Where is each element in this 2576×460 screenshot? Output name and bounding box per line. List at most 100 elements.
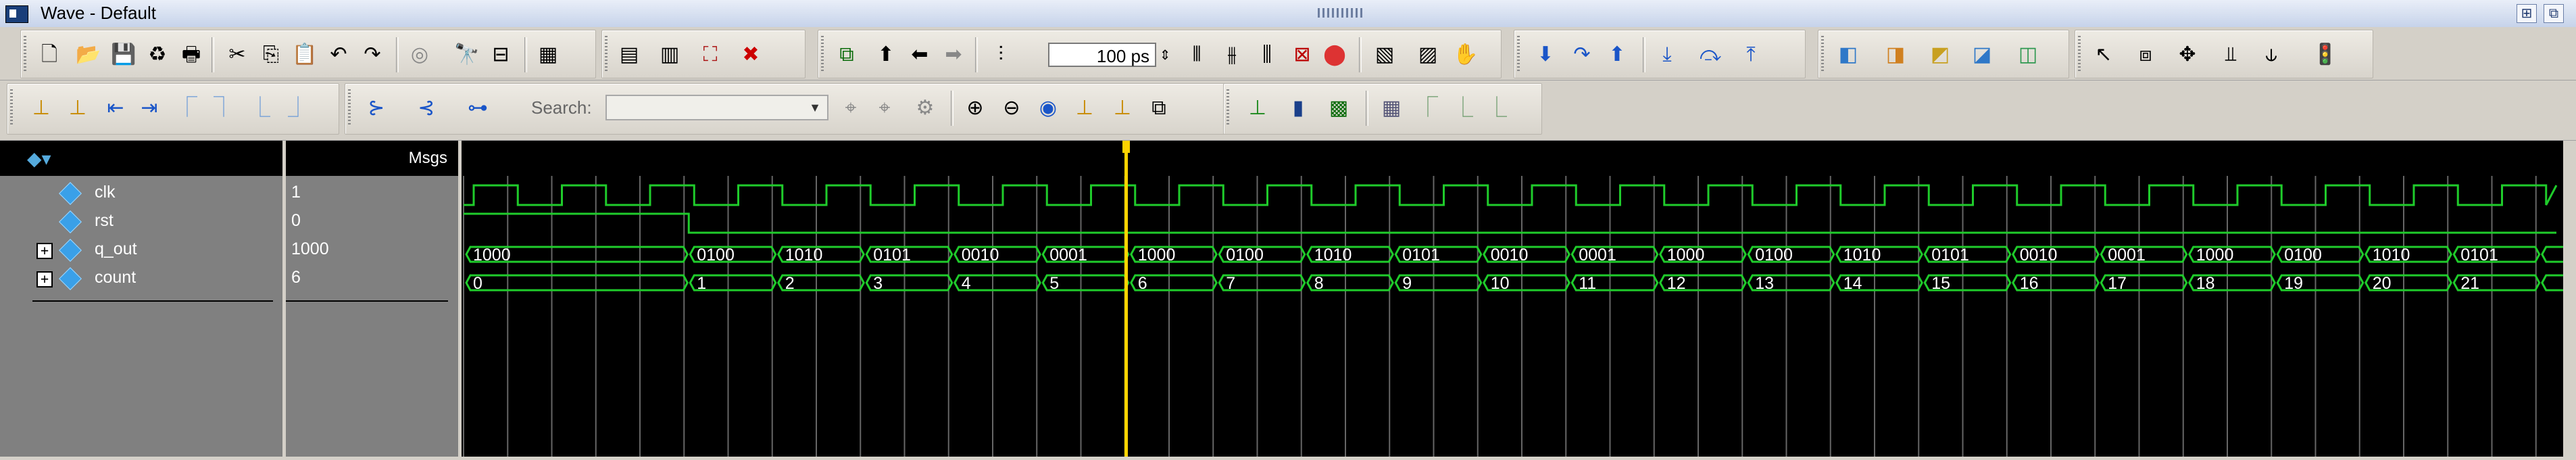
- run-icon[interactable]: ⫴: [1183, 41, 1210, 68]
- layout-4-icon[interactable]: ◪: [1968, 41, 1996, 68]
- cut-icon[interactable]: ✂: [224, 41, 251, 68]
- cursor-line[interactable]: [1124, 147, 1128, 457]
- zoom-out-icon[interactable]: ⊖: [998, 95, 1025, 122]
- up-arrow-icon[interactable]: ⬆: [872, 41, 899, 68]
- run-all-icon[interactable]: ⫼: [1254, 41, 1281, 68]
- right-arrow-icon[interactable]: ➡: [940, 41, 967, 68]
- left-arrow-icon[interactable]: ⬅: [906, 41, 933, 68]
- compile-all-icon[interactable]: ▤: [616, 41, 643, 68]
- run-length-icon[interactable]: ⫶: [987, 41, 1014, 68]
- find-next-icon[interactable]: ⊟: [487, 41, 514, 68]
- q_out-value: 0100: [2284, 246, 2322, 264]
- step-back-icon[interactable]: ⤼: [1697, 41, 1724, 68]
- signal-row-q_out[interactable]: + q_out: [0, 237, 282, 265]
- insert-cursor-icon[interactable]: ⊥: [28, 95, 55, 122]
- format-extra-icon[interactable]: ⎿: [1483, 95, 1510, 122]
- dock-icon[interactable]: ⊞: [2517, 4, 2537, 23]
- add-wave-icon[interactable]: ⧉: [833, 41, 860, 68]
- drag-grip[interactable]: [1318, 8, 1365, 18]
- run-length-input[interactable]: 100 ps: [1048, 43, 1156, 67]
- waveform-plot[interactable]: 1000 0100 1010 0101 0010 0001 1000 0100 1010 0101…: [462, 141, 2576, 457]
- layout-5-icon[interactable]: ◫: [2014, 41, 2041, 68]
- traffic-light-icon[interactable]: 🚦: [2312, 41, 2339, 68]
- search-input[interactable]: [605, 95, 828, 120]
- format-event-icon[interactable]: ▩: [1325, 95, 1352, 122]
- simulate-icon[interactable]: ▥: [656, 41, 683, 68]
- stop-sim-icon[interactable]: ✖: [737, 41, 764, 68]
- signal-row-clk[interactable]: clk: [0, 180, 282, 208]
- print-icon[interactable]: 🖶: [178, 41, 205, 68]
- select-pointer-icon[interactable]: ↖: [2090, 41, 2117, 68]
- format-step-icon[interactable]: ⎾: [1414, 95, 1441, 122]
- layout-2-icon[interactable]: ◨: [1882, 41, 1909, 68]
- spinner-icon[interactable]: ⇕: [1156, 41, 1174, 68]
- format-logic-icon[interactable]: ▮: [1285, 95, 1312, 122]
- delete-cursor-icon[interactable]: ⊥: [64, 95, 91, 122]
- next-edge-icon[interactable]: ⇥: [136, 95, 163, 122]
- search-options-icon[interactable]: ⚙: [912, 95, 939, 122]
- zoom-last-icon[interactable]: ⊥: [1109, 95, 1136, 122]
- zoom-region-icon[interactable]: ▨: [1414, 41, 1441, 68]
- zoom-region-icon[interactable]: ⧉: [1145, 95, 1172, 122]
- copy-icon[interactable]: ⎘: [257, 41, 284, 68]
- step-over-icon[interactable]: ↷: [1568, 41, 1595, 68]
- find-icon[interactable]: 🔭: [453, 41, 480, 68]
- toolbar-cursor-group: ⊥ ⊥ ⇤ ⇥ ⎾ ⏋ ⎿ ⏌: [7, 83, 339, 135]
- q_out-value: 0010: [962, 246, 999, 264]
- collapse-icon[interactable]: ⊰: [413, 95, 440, 122]
- break-run-icon[interactable]: ⊠: [1289, 41, 1316, 68]
- prev-rising-icon[interactable]: ⎿: [247, 95, 274, 122]
- vertical-scrollbar[interactable]: [2563, 141, 2576, 457]
- move-icon[interactable]: ✥: [2174, 41, 2201, 68]
- format-literal-icon[interactable]: ⊥: [1244, 95, 1271, 122]
- prev-falling-icon[interactable]: ⎾: [174, 95, 201, 122]
- step-out-icon[interactable]: ⬆: [1604, 41, 1631, 68]
- signal-row-rst[interactable]: rst: [0, 208, 282, 237]
- sort-icon[interactable]: ⫝: [2258, 41, 2285, 68]
- zoom-box-icon[interactable]: ⧈: [2132, 41, 2159, 68]
- prev-edge-icon[interactable]: ⇤: [102, 95, 129, 122]
- search-prev-icon[interactable]: ⌖: [837, 95, 864, 122]
- next-rising-icon[interactable]: ⏌: [284, 95, 312, 122]
- expand-icon[interactable]: +: [36, 271, 53, 288]
- count-value: 6: [1138, 274, 1147, 293]
- step-icon[interactable]: ⬇: [1532, 41, 1559, 68]
- paste-icon[interactable]: 📋: [291, 41, 318, 68]
- q_out-value: 1000: [1138, 246, 1176, 264]
- undo-icon[interactable]: ↶: [325, 41, 352, 68]
- q_out-value: 1010: [1314, 246, 1352, 264]
- expand-icon[interactable]: +: [36, 243, 53, 259]
- zoom-in-icon[interactable]: ⊕: [962, 95, 989, 122]
- save-icon[interactable]: 💾: [110, 41, 137, 68]
- reload-icon[interactable]: ♻: [144, 41, 171, 68]
- new-file-icon[interactable]: 🗋: [36, 41, 63, 68]
- search-dropdown-icon[interactable]: ▼: [805, 96, 825, 119]
- format-interp-icon[interactable]: ⎿: [1450, 95, 1477, 122]
- restart-icon[interactable]: ⬤: [1321, 41, 1348, 68]
- zoom-full-icon[interactable]: ◉: [1035, 95, 1062, 122]
- break-sim-icon[interactable]: ⛶: [697, 41, 724, 68]
- format-analog-icon[interactable]: ▦: [1378, 95, 1405, 122]
- signal-row-count[interactable]: + count: [0, 265, 282, 294]
- find-signal-icon[interactable]: ⊶: [464, 95, 491, 122]
- compile-icon[interactable]: ▦: [535, 41, 562, 68]
- undock-icon[interactable]: ⧉: [2544, 4, 2564, 23]
- step-forward-icon[interactable]: ⤒: [1737, 41, 1764, 68]
- step-into-icon[interactable]: ⤓: [1654, 41, 1681, 68]
- layout-1-icon[interactable]: ◧: [1835, 41, 1862, 68]
- edge-icon[interactable]: ⫫: [2217, 41, 2244, 68]
- q_out-value: 1000: [2196, 246, 2234, 264]
- wave-settings-icon[interactable]: ▧: [1371, 41, 1398, 68]
- signal-menu-icon[interactable]: ◆▾: [27, 147, 58, 169]
- break-icon[interactable]: ◎: [406, 41, 433, 68]
- expand-icon[interactable]: ⊱: [363, 95, 390, 122]
- count-value: 8: [1314, 274, 1324, 293]
- layout-3-icon[interactable]: ◩: [1927, 41, 1954, 68]
- zoom-cursor-icon[interactable]: ⊥: [1071, 95, 1098, 122]
- hand-icon[interactable]: ✋: [1452, 41, 1479, 68]
- search-next-icon[interactable]: ⌖: [871, 95, 898, 122]
- open-folder-icon[interactable]: 📂: [75, 41, 102, 68]
- continue-icon[interactable]: ⫵: [1218, 41, 1245, 68]
- next-falling-icon[interactable]: ⏋: [210, 95, 237, 122]
- redo-icon[interactable]: ↷: [359, 41, 386, 68]
